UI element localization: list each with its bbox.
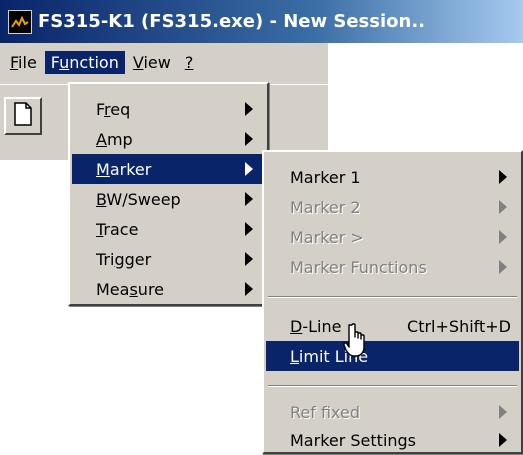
marker-submenu: Marker 1 Marker 2 Marker > Marker Functi… (262, 150, 523, 454)
menu-item-amp[interactable]: Amp (72, 124, 265, 154)
submenu-arrow-icon (245, 252, 253, 266)
menu-item-trigger[interactable]: Trigger (72, 244, 265, 274)
menu-item-bw-sweep[interactable]: BW/Sweep (72, 184, 265, 214)
submenu-arrow-icon (499, 230, 507, 244)
window-title: FS315-K1 (FS315.exe) - New Session.. (38, 11, 425, 32)
menu-item-trace[interactable]: Trace (72, 214, 265, 244)
menu-item-marker-functions: Marker Functions (266, 252, 519, 282)
function-menu: Freq Amp Marker BW/Sweep Trace Trigger M… (68, 82, 269, 306)
waveform-icon (8, 9, 32, 34)
menu-bar: File Function View ? (0, 46, 328, 78)
menu-file[interactable]: File (4, 51, 43, 74)
menu-item-measure[interactable]: Measure (72, 274, 265, 304)
menu-item-marker[interactable]: Marker (72, 154, 265, 184)
menu-item-freq[interactable]: Freq (72, 94, 265, 124)
submenu-arrow-icon (499, 433, 507, 447)
submenu-arrow-icon (245, 162, 253, 176)
submenu-arrow-icon (245, 282, 253, 296)
menu-item-marker-2: Marker 2 (266, 192, 519, 222)
shortcut-label: Ctrl+Shift+D (407, 316, 511, 336)
menu-item-limit-line[interactable]: Limit Line (266, 341, 519, 371)
submenu-arrow-icon (245, 192, 253, 206)
hand-pointer-icon (340, 322, 370, 363)
submenu-arrow-icon (499, 260, 507, 274)
submenu-arrow-icon (245, 102, 253, 116)
submenu-arrow-icon (245, 132, 253, 146)
submenu-arrow-icon (499, 200, 507, 214)
menu-item-d-line[interactable]: D-Line Ctrl+Shift+D (266, 311, 519, 341)
new-document-icon (13, 101, 33, 131)
menu-help[interactable]: ? (179, 51, 200, 74)
submenu-arrow-icon (245, 222, 253, 236)
menu-function[interactable]: Function (44, 50, 125, 74)
submenu-arrow-icon (499, 405, 507, 419)
title-bar[interactable]: FS315-K1 (FS315.exe) - New Session.. (0, 0, 523, 43)
menu-item-marker-1[interactable]: Marker 1 (266, 162, 519, 192)
menu-item-marker-settings[interactable]: Marker Settings (266, 425, 519, 455)
menu-separator (268, 296, 517, 298)
menu-view[interactable]: View (127, 51, 177, 74)
submenu-arrow-icon (499, 170, 507, 184)
menu-item-marker-next: Marker > (266, 222, 519, 252)
menu-separator (268, 385, 517, 387)
new-document-button[interactable] (4, 97, 42, 135)
menu-item-ref-fixed: Ref fixed (266, 397, 519, 427)
